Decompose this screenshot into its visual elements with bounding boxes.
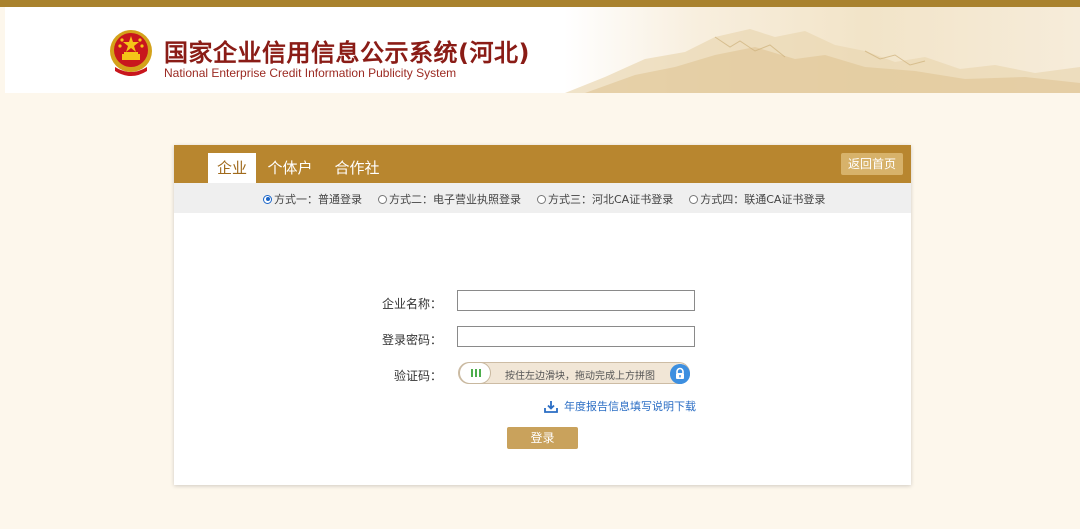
site-header: 国家企业信用信息公示系统(河北) National Enterprise Cre…: [5, 7, 1080, 93]
method-option-e-license[interactable]: 方式二：电子营业执照登录: [378, 191, 521, 207]
company-name-label: 企业名称：: [381, 297, 442, 311]
captcha-slider-track[interactable]: 按住左边滑块，拖动完成上方拼图: [458, 362, 690, 384]
return-home-button[interactable]: 返回首页: [840, 153, 903, 175]
slider-hint-text: 按住左边滑块，拖动完成上方拼图: [505, 371, 655, 382]
method-option-unicom-ca[interactable]: 方式四：联通CA证书登录: [689, 191, 825, 207]
grip-bar: [479, 369, 481, 377]
tab-enterprise[interactable]: 企业: [208, 153, 256, 183]
method-label: 方式四：联通CA证书登录: [700, 193, 826, 206]
method-label: 方式三：河北CA证书登录: [548, 193, 674, 206]
radio-button-checked[interactable]: [263, 194, 272, 204]
login-method-options: 方式一：普通登录 方式二：电子营业执照登录 方式三：河北CA证书登录 方式四：联…: [263, 191, 841, 207]
password-input[interactable]: [457, 326, 695, 347]
method-label: 方式二：电子营业执照登录: [389, 193, 521, 206]
login-method-bar: 方式一：普通登录 方式二：电子营业执照登录 方式三：河北CA证书登录 方式四：联…: [174, 183, 911, 213]
company-name-input[interactable]: [457, 290, 695, 311]
annual-report-guide-download-link[interactable]: 年度报告信息填写说明下载: [544, 398, 696, 414]
grip-bar: [471, 369, 473, 377]
method-label: 方式一：普通登录: [274, 193, 362, 206]
password-label: 登录密码：: [381, 333, 442, 347]
method-option-hebei-ca[interactable]: 方式三：河北CA证书登录: [537, 191, 673, 207]
radio-button[interactable]: [537, 194, 546, 204]
login-tab-bar: 企业 个体户 合作社 返回首页: [174, 145, 911, 183]
radio-button[interactable]: [378, 194, 387, 204]
lock-icon: [670, 364, 690, 384]
top-accent-line: [0, 0, 1080, 7]
radio-button[interactable]: [689, 194, 699, 204]
mountain-background-image: [565, 29, 1080, 93]
captcha-slider-handle[interactable]: [459, 362, 491, 384]
captcha-label: 验证码：: [393, 369, 442, 383]
download-link-text: 年度报告信息填写说明下载: [564, 400, 696, 413]
grip-bar: [475, 369, 477, 377]
login-button[interactable]: 登录: [507, 427, 578, 449]
tab-cooperative[interactable]: 合作社: [334, 153, 380, 183]
site-title: 国家企业信用信息公示系统(河北): [164, 39, 530, 67]
national-emblem-icon: [110, 30, 152, 76]
method-option-normal[interactable]: 方式一：普通登录: [263, 191, 362, 207]
site-subtitle: National Enterprise Credit Information P…: [164, 66, 457, 80]
download-icon: [544, 400, 558, 413]
login-panel: 企业 个体户 合作社 返回首页 方式一：普通登录 方式二：电子营业执照登录 方式…: [174, 145, 911, 485]
tab-individual[interactable]: 个体户: [267, 153, 313, 183]
